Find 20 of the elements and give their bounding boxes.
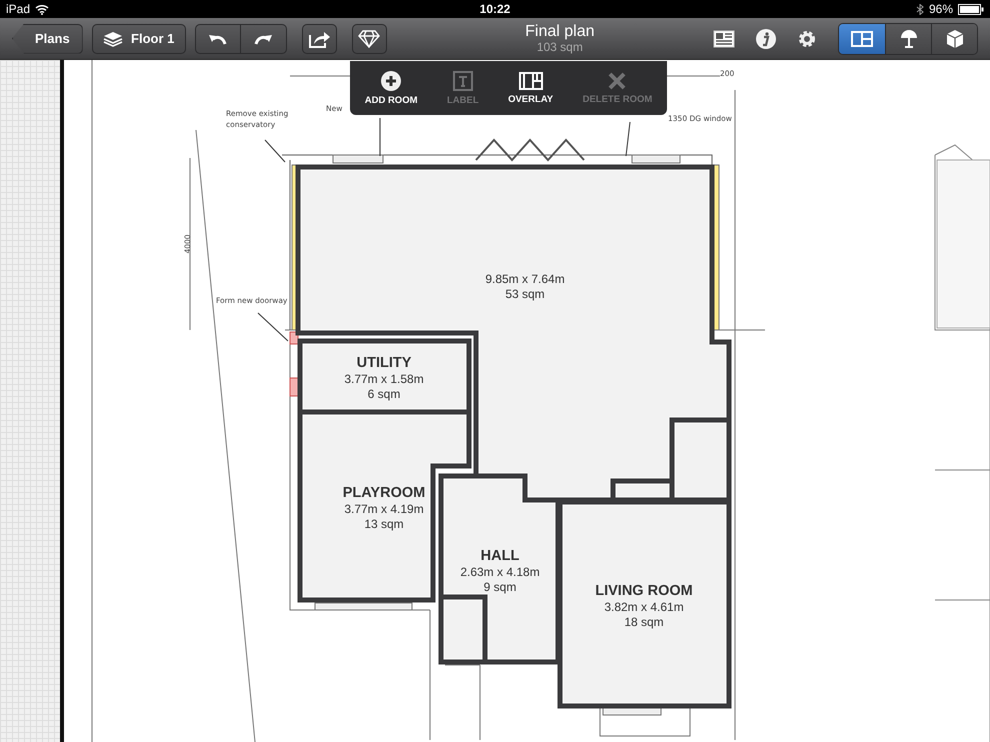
- clock-time: 10:22: [480, 2, 510, 16]
- floor-button[interactable]: Floor 1: [92, 24, 186, 54]
- room-name: UTILITY: [356, 355, 412, 371]
- room-dimensions: 3.82m x 4.61m: [604, 600, 684, 614]
- plan-area: 103 sqm: [536, 40, 583, 54]
- add-menu-item[interactable]: ADD ROOM: [362, 66, 420, 110]
- room-dimensions: 9.85m x 7.64m: [485, 272, 565, 286]
- room-area: 18 sqm: [624, 615, 664, 629]
- room-name: LIVING ROOM: [595, 583, 693, 599]
- overlay-menu-item[interactable]: OVERLAY: [506, 68, 556, 108]
- plans-back-button[interactable]: Plans: [12, 24, 83, 54]
- room-area: 9 sqm: [484, 580, 516, 594]
- battery-percent: 96%: [928, 2, 953, 16]
- device-name: iPad: [6, 2, 30, 16]
- room-area: 6 sqm: [368, 387, 400, 401]
- room-dimensions: 2.63m x 4.18m: [460, 565, 540, 579]
- room-area: 53 sqm: [505, 287, 545, 301]
- room-dimensions: 3.77m x 1.58m: [344, 372, 424, 386]
- room-name: HALL: [480, 548, 520, 564]
- plan-title: Final plan: [525, 24, 595, 41]
